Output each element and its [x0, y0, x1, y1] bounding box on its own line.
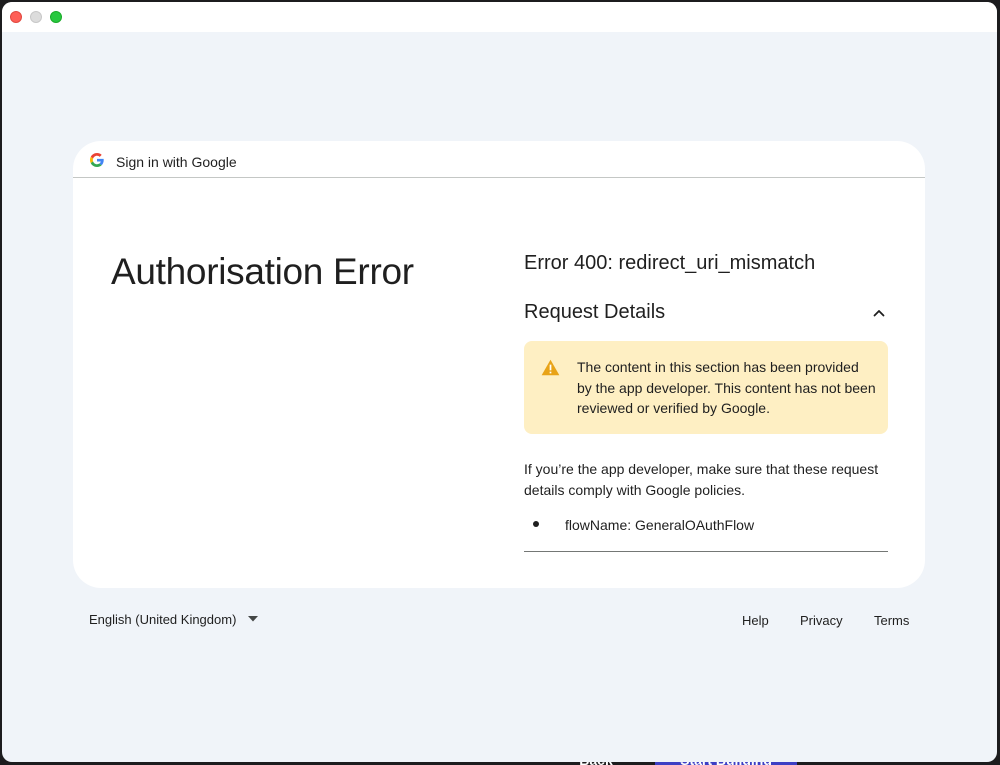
flow-name-detail: flowName: GeneralOAuthFlow	[565, 517, 755, 533]
developer-content-warning: The content in this section has been pro…	[524, 341, 888, 434]
request-details-list: flowName: GeneralOAuthFlow	[524, 515, 888, 537]
footer: English (United Kingdom) Help Privacy Te…	[2, 602, 997, 642]
language-selector[interactable]: English (United Kingdom)	[89, 612, 236, 627]
window-titlebar	[2, 2, 997, 32]
page-title: Authorisation Error	[111, 251, 414, 292]
terms-link[interactable]: Terms	[874, 613, 909, 628]
developer-notice: If you’re the app developer, make sure t…	[524, 461, 879, 498]
minimize-window-button[interactable]	[30, 11, 42, 23]
sign-in-with-google-label: Sign in with Google	[116, 154, 237, 170]
google-g-icon	[90, 153, 104, 167]
bullet-icon	[533, 521, 539, 527]
caret-down-icon[interactable]	[248, 616, 258, 622]
warning-text: The content in this section has been pro…	[577, 359, 876, 416]
list-item: flowName: GeneralOAuthFlow	[524, 515, 888, 537]
privacy-link[interactable]: Privacy	[800, 613, 843, 628]
close-window-button[interactable]	[10, 11, 22, 23]
request-details-toggle[interactable]: Request Details	[524, 301, 888, 325]
warning-icon	[541, 359, 560, 376]
chevron-up-icon[interactable]	[872, 306, 886, 320]
maximize-window-button[interactable]	[50, 11, 62, 23]
card-header: Sign in with Google	[73, 141, 925, 178]
error-title: Error 400: redirect_uri_mismatch	[524, 252, 816, 274]
help-link[interactable]: Help	[742, 613, 769, 628]
request-details-title: Request Details	[524, 301, 666, 323]
details-divider	[524, 551, 888, 552]
browser-window: Sign in with Google Authorisation Error …	[2, 2, 997, 762]
error-card: Sign in with Google Authorisation Error …	[73, 141, 925, 588]
